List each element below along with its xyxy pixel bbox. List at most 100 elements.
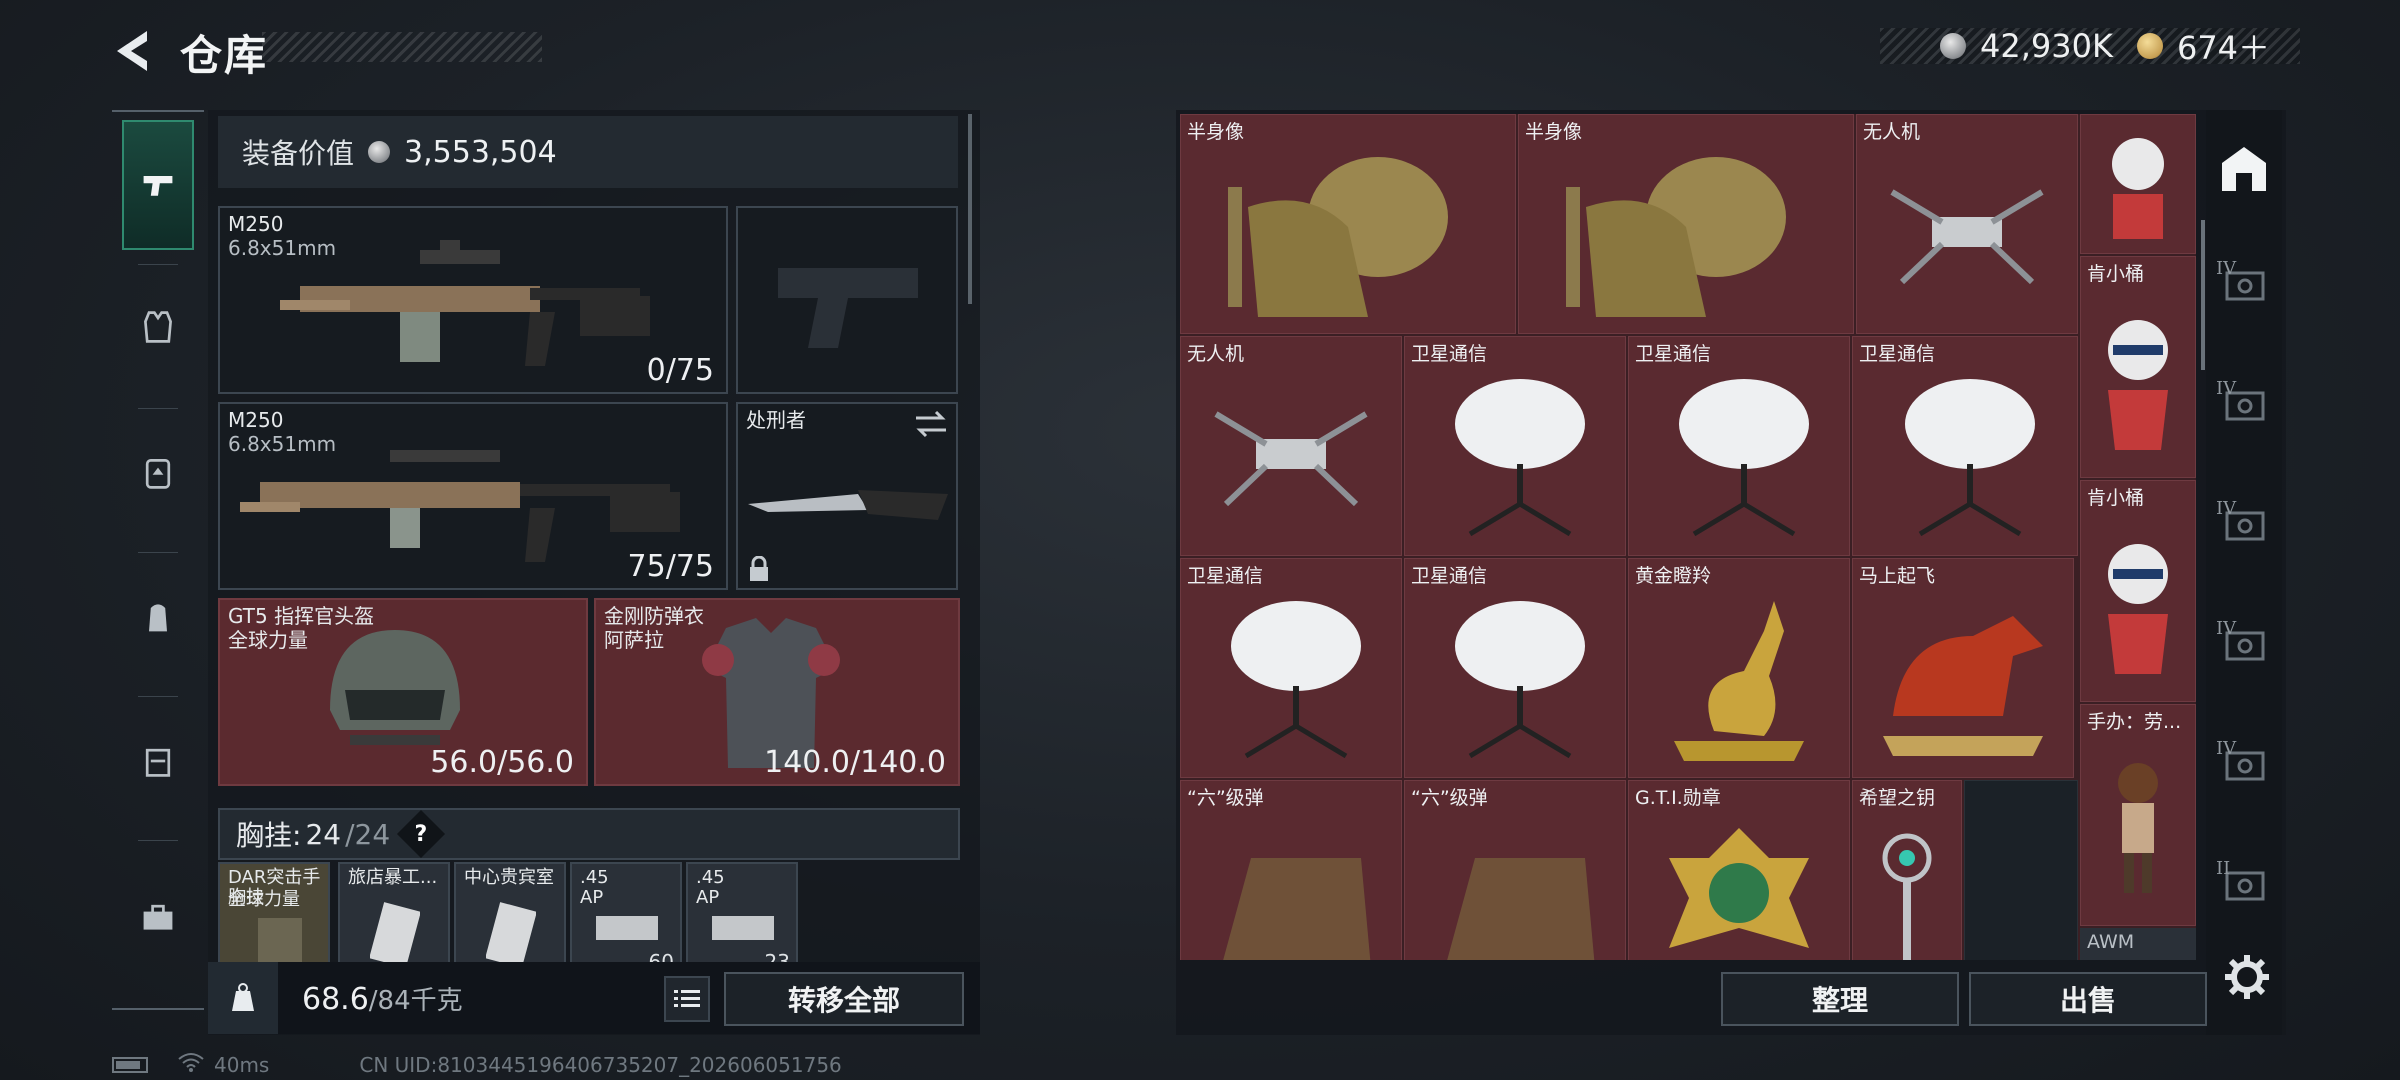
- item-name: 无人机: [1187, 343, 1245, 365]
- item-name: 希望之钥: [1859, 787, 1936, 809]
- stash-item[interactable]: “六”级弹: [1180, 780, 1402, 960]
- item-name: 卫星通信: [1411, 565, 1488, 587]
- item-name: 卫星通信: [1859, 343, 1936, 365]
- stash-item[interactable]: 肯小桶: [2080, 480, 2196, 702]
- vest-icon: [144, 311, 172, 343]
- gold-currency-value[interactable]: 674＋: [2177, 23, 2270, 69]
- primary-weapon-slot-1[interactable]: M250 6.8x51mm 0/75: [218, 206, 728, 394]
- sell-button[interactable]: 出售: [1969, 972, 2207, 1026]
- list-view-button[interactable]: [664, 976, 710, 1022]
- stash-item[interactable]: 卫星通信: [1628, 336, 1850, 556]
- stash-page-tabs: IV IV IV IV IV II: [2206, 110, 2282, 1035]
- toolbox-icon: [143, 904, 173, 930]
- rig-item-ammo[interactable]: .45 AP 60: [570, 862, 682, 972]
- helmet-durability: 56.0/56.0: [430, 745, 574, 780]
- stash-item[interactable]: 无人机: [1180, 336, 1402, 556]
- equipment-value: 3,553,504: [404, 134, 557, 170]
- stash-tab-2[interactable]: IV: [2214, 360, 2274, 450]
- equipment-category-nav: [112, 110, 204, 1010]
- ammo-type: AP: [696, 887, 720, 908]
- nav-rig[interactable]: [122, 408, 194, 538]
- stash-item[interactable]: 手办：劳...: [2080, 704, 2196, 926]
- ammo-count: 75/75: [627, 549, 714, 584]
- weapon-name: M250: [228, 212, 284, 236]
- rig-item-ammo[interactable]: .45 AP 23: [686, 862, 798, 972]
- bust-statue-icon: [1566, 157, 1786, 317]
- nav-backpack[interactable]: [122, 552, 194, 682]
- item-name: 中心贵宾室: [464, 867, 554, 888]
- stash-tab-5[interactable]: IV: [2214, 720, 2274, 810]
- settings-button[interactable]: [2222, 952, 2272, 1002]
- item-name: 肯小桶: [2087, 487, 2145, 509]
- wifi-icon: [178, 1052, 204, 1077]
- stash-item[interactable]: 卫星通信: [1180, 558, 1402, 778]
- back-button[interactable]: [108, 26, 158, 76]
- item-name: 卫星通信: [1635, 343, 1712, 365]
- ammo-count: 0/75: [646, 353, 714, 388]
- satellite-dish-icon: [1231, 601, 1361, 759]
- item-name: “六”级弹: [1411, 787, 1488, 809]
- weight-icon: [208, 962, 278, 1034]
- helmet-slot[interactable]: GT5 指挥官头盔 全球力量 56.0/56.0: [218, 598, 588, 786]
- stash-item[interactable]: 希望之钥: [1852, 780, 1962, 960]
- key-icon: [1882, 833, 1932, 960]
- equipment-value-row: 装备价值 3,553,504: [218, 116, 958, 188]
- stash-item[interactable]: 无人机: [1856, 114, 2078, 334]
- transfer-all-button[interactable]: 转移全部: [724, 972, 964, 1026]
- battery-icon: [112, 1056, 148, 1073]
- stash-item[interactable]: [2080, 114, 2196, 254]
- stash-tab-4[interactable]: IV: [2214, 600, 2274, 690]
- stash-item[interactable]: 卫星通信: [1404, 336, 1626, 556]
- rig-item-keycard[interactable]: 旅店暴工...: [338, 862, 450, 972]
- nav-vest[interactable]: [122, 262, 194, 392]
- help-icon[interactable]: ?: [397, 809, 446, 859]
- satellite-dish-icon: [1679, 379, 1809, 537]
- armor-durability: 140.0/140.0: [764, 745, 946, 780]
- gear-icon: [2225, 955, 2269, 999]
- stash-item[interactable]: 半身像: [1518, 114, 1854, 334]
- item-name: .45: [696, 867, 725, 888]
- item-name: .45: [580, 867, 609, 888]
- stash-item[interactable]: 卫星通信: [1852, 336, 2078, 556]
- item-name: 旅店暴工...: [348, 867, 438, 888]
- item-name: 半身像: [1187, 121, 1245, 143]
- stash-tab-1[interactable]: IV: [2214, 240, 2274, 330]
- equipment-scrollbar[interactable]: [968, 114, 972, 304]
- primary-weapon-slot-2[interactable]: M250 6.8x51mm 75/75: [218, 402, 728, 590]
- stash-item[interactable]: “六”级弹: [1404, 780, 1626, 960]
- empty-slot[interactable]: [1964, 780, 2078, 960]
- stash-item[interactable]: 马上起飞: [1852, 558, 2074, 778]
- chest-rig-capacity-bar: 胸挂: 24 /24 ?: [218, 808, 960, 860]
- stash-item[interactable]: G.T.I.勋章: [1628, 780, 1850, 960]
- stash-item[interactable]: 肯小桶: [2080, 256, 2196, 478]
- stash-tab-6[interactable]: II: [2214, 840, 2274, 930]
- item-name: 半身像: [1525, 121, 1583, 143]
- stash-tab-3[interactable]: IV: [2214, 480, 2274, 570]
- item-name: G.T.I.勋章: [1635, 787, 1721, 809]
- swap-icon[interactable]: [914, 410, 948, 438]
- item-name: 手办：劳...: [2087, 711, 2182, 733]
- item-faction: 全球力量: [228, 889, 300, 910]
- chest-rig-max: /24: [345, 817, 391, 851]
- stash-item[interactable]: 黄金瞪羚: [1628, 558, 1850, 778]
- keycard-icon: [486, 902, 536, 968]
- stash-item[interactable]: AWM: [2080, 928, 2196, 960]
- stash-scrollbar[interactable]: [2201, 220, 2205, 370]
- stash-main-tab[interactable]: [2214, 124, 2274, 214]
- item-name: 无人机: [1863, 121, 1921, 143]
- stash-item[interactable]: 卫星通信: [1404, 558, 1626, 778]
- armor-slot[interactable]: 金刚防弹衣 阿萨拉 140.0/140.0: [594, 598, 960, 786]
- nav-weapons[interactable]: [122, 120, 194, 250]
- stash-grid: 半身像 半身像 无人机 无人机 卫星通信 卫星通信 卫星通信 卫星通信 卫星通信…: [1180, 114, 2196, 960]
- nav-case[interactable]: [122, 696, 194, 826]
- secondary-weapon-slot[interactable]: [736, 206, 958, 394]
- nav-toolbox[interactable]: [122, 852, 194, 982]
- melee-name: 处刑者: [746, 408, 806, 432]
- pistol-icon: [143, 176, 173, 196]
- chest-rig-item[interactable]: DAR突击手胸挂 全球力量: [218, 862, 330, 972]
- melee-slot[interactable]: 处刑者: [736, 402, 958, 590]
- figure-icon: [2112, 138, 2164, 239]
- stash-item[interactable]: 半身像: [1180, 114, 1516, 334]
- organize-button[interactable]: 整理: [1721, 972, 1959, 1026]
- rig-item-keycard[interactable]: 中心贵宾室: [454, 862, 566, 972]
